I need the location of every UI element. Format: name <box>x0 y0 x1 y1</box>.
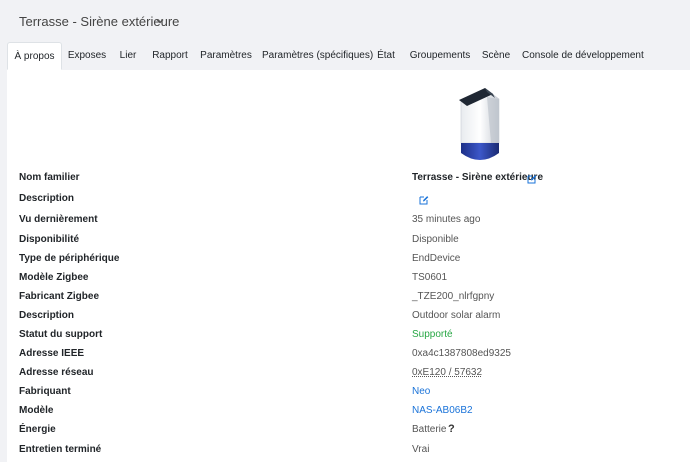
tab-groups[interactable]: Groupements <box>409 42 471 70</box>
value-friendly-name: Terrasse - Sirène extérieure <box>412 172 544 183</box>
label-last-seen: Vu dernièrement <box>19 214 98 225</box>
label-ieee-address: Adresse IEEE <box>19 348 85 359</box>
label-friendly-name: Nom familier <box>19 172 80 183</box>
label-interview-completed: Entretien terminé <box>19 444 102 455</box>
tab-state[interactable]: État <box>375 42 397 70</box>
value-description: Outdoor solar alarm <box>412 310 501 321</box>
value-power: Batterie <box>412 424 447 435</box>
label-network-address: Adresse réseau <box>19 367 94 378</box>
value-zigbee-manufacturer: _TZE200_nlrfgpny <box>412 291 495 302</box>
device-image <box>459 88 500 160</box>
value-device-type: EndDevice <box>412 253 461 264</box>
label-zigbee-model: Modèle Zigbee <box>19 272 89 283</box>
edit-icon[interactable] <box>419 195 429 205</box>
tab-specific-settings[interactable]: Paramètres (spécifiques) <box>262 42 373 70</box>
about-panel <box>7 70 690 462</box>
tab-settings[interactable]: Paramètres <box>197 42 255 70</box>
header: Terrasse - Sirène extérieure <box>0 0 690 44</box>
value-interview-completed: Vrai <box>412 444 430 455</box>
label-description-user: Description <box>19 193 75 204</box>
label-zigbee-manufacturer: Fabricant Zigbee <box>19 291 100 302</box>
value-ieee-address: 0xa4c1387808ed9325 <box>412 348 511 359</box>
tab-about[interactable]: À propos <box>7 42 62 70</box>
tab-dev-console[interactable]: Console de développement <box>522 42 644 70</box>
tab-bar: À propos Exposes Lier Rapport Paramètres… <box>7 42 690 71</box>
tab-exposes[interactable]: Exposes <box>63 42 111 70</box>
value-zigbee-model: TS0601 <box>412 272 448 283</box>
label-power: Énergie <box>19 424 56 435</box>
manufacturer-link[interactable]: Neo <box>412 386 430 397</box>
label-model: Modèle <box>19 405 54 416</box>
label-manufacturer: Fabriquant <box>19 386 71 397</box>
value-availability: Disponible <box>412 234 459 245</box>
tab-reporting[interactable]: Rapport <box>147 42 193 70</box>
help-icon[interactable]: ? <box>448 423 455 435</box>
label-device-type: Type de périphérique <box>19 253 120 264</box>
tab-scene[interactable]: Scène <box>481 42 511 70</box>
label-availability: Disponibilité <box>19 234 79 245</box>
label-support-status: Statut du support <box>19 329 103 340</box>
model-link[interactable]: NAS-AB06B2 <box>412 405 473 416</box>
label-description: Description <box>19 310 75 321</box>
value-last-seen: 35 minutes ago <box>412 214 481 225</box>
value-network-address: 0xE120 / 57632 <box>412 367 483 378</box>
edit-icon[interactable] <box>527 174 537 184</box>
value-support-status: Supporté <box>412 329 453 340</box>
chevron-down-icon[interactable] <box>155 16 165 26</box>
tab-bind[interactable]: Lier <box>113 42 143 70</box>
